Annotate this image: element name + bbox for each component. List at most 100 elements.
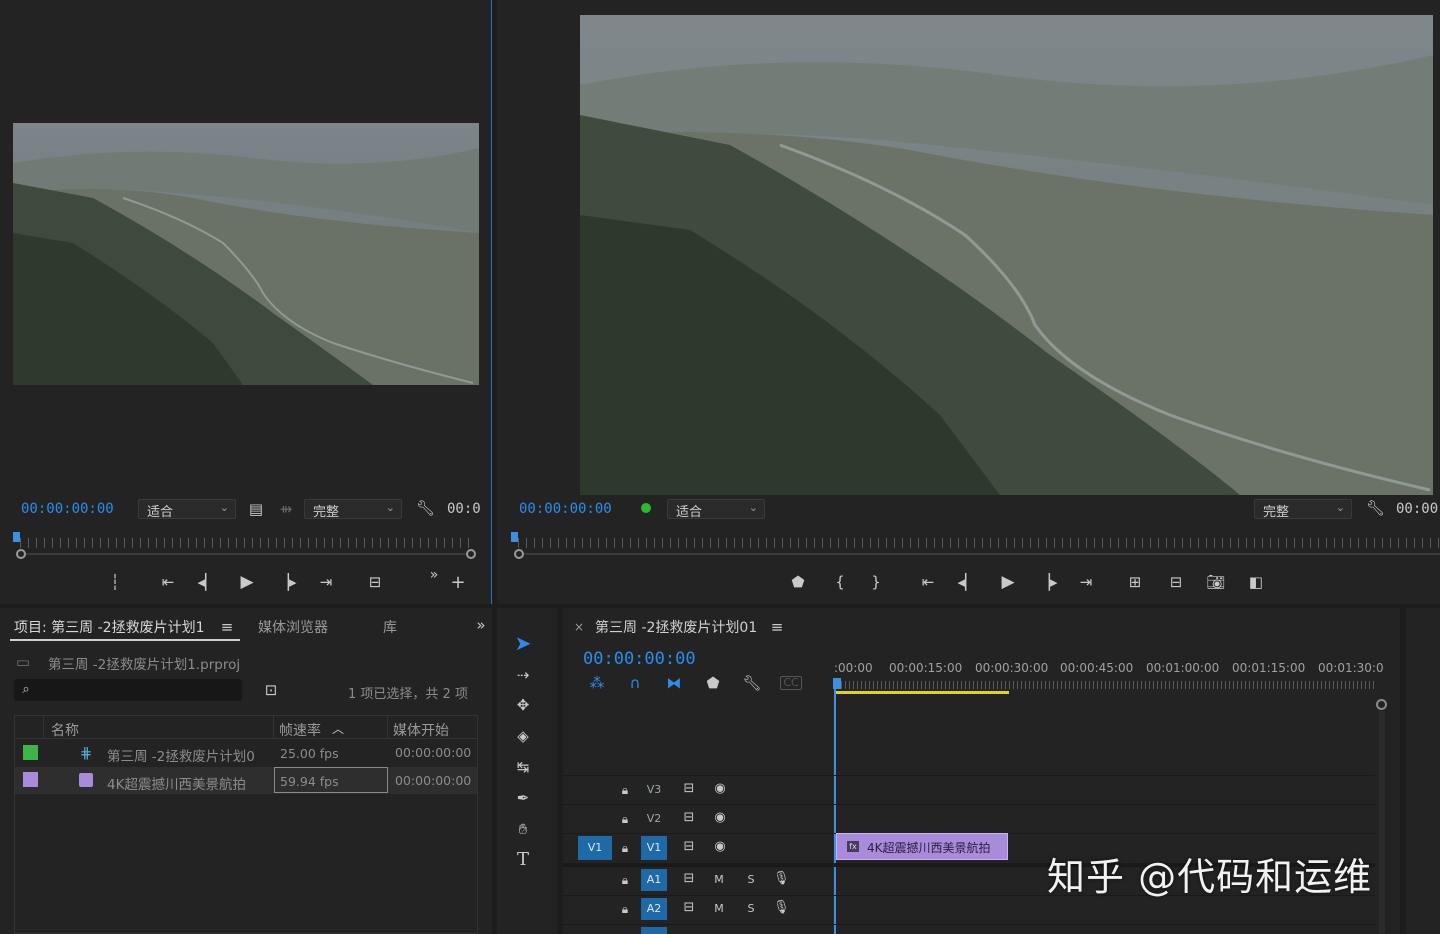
lock-icon[interactable]: 🔒︎ xyxy=(618,900,632,918)
table-row-selected[interactable]: 4K超震撼川西美景航拍 59.94 fps 00:00:00:00 xyxy=(15,767,477,794)
track-a1-label[interactable]: A1 xyxy=(641,869,667,891)
mark-in-icon[interactable]: { xyxy=(831,573,849,591)
source-video-frame[interactable] xyxy=(13,123,479,385)
lock-icon[interactable]: 🔒︎ xyxy=(618,839,632,857)
timeline-playhead-line[interactable] xyxy=(834,688,836,934)
microphone-icon[interactable]: 🎙︎ xyxy=(773,870,790,888)
snap-magnet-icon[interactable]: ∩ xyxy=(625,674,645,692)
column-media-start[interactable]: 媒体开始 xyxy=(393,720,449,740)
microphone-icon[interactable]: 🎙︎ xyxy=(773,899,790,917)
solo-button[interactable]: S xyxy=(743,871,759,889)
step-back-icon[interactable]: ◂▏ xyxy=(197,573,217,591)
track-v1-label[interactable]: V1 xyxy=(641,836,667,860)
program-quality-dropdown[interactable]: 完整 ⌄ xyxy=(1254,499,1352,520)
add-marker-icon[interactable]: ⬟ xyxy=(789,573,807,591)
eye-icon[interactable]: ◉ xyxy=(711,809,729,827)
tab-media-browser[interactable]: 媒体浏览器 xyxy=(258,617,328,637)
table-row[interactable]: ⋕ 第三周 -2拯救废片计划0 25.00 fps 00:00:00:00 xyxy=(15,740,477,766)
pen-tool-icon[interactable]: ✒ xyxy=(512,789,534,807)
sequence-tab[interactable]: 第三周 -2拯救废片计划01 xyxy=(595,617,757,637)
step-back-icon[interactable]: ◂▏ xyxy=(957,573,977,591)
find-icon[interactable]: ⊡ xyxy=(261,681,281,699)
sort-ascending-icon[interactable]: ︿ xyxy=(331,720,345,738)
go-to-in-icon[interactable]: ⇤ xyxy=(158,573,178,591)
source-zoom-dropdown[interactable]: 适合 ⌄ xyxy=(138,499,236,520)
add-marker-icon[interactable]: ⬟ xyxy=(704,674,722,692)
step-forward-icon[interactable]: ▕▸ xyxy=(277,573,297,591)
toggle-sync-lock-icon[interactable]: ⊟ xyxy=(680,809,698,827)
close-icon[interactable]: × xyxy=(573,618,585,636)
track-select-tool-icon[interactable]: ⇢ xyxy=(512,666,534,684)
settings-wrench-icon[interactable]: 🔧︎ xyxy=(1366,499,1385,517)
solo-button[interactable]: S xyxy=(743,900,759,918)
source-timecode[interactable]: 00:00:00:00 xyxy=(21,501,114,517)
program-playhead-marker[interactable] xyxy=(511,532,518,542)
insert-overwrite-icon[interactable]: ⇻ xyxy=(276,500,296,518)
source-playhead-marker[interactable] xyxy=(13,532,20,542)
mark-out-icon[interactable]: ┆ xyxy=(106,573,124,591)
comparison-view-icon[interactable]: ◧ xyxy=(1245,573,1267,591)
column-frame-rate[interactable]: 帧速率 xyxy=(279,720,321,740)
slip-tool-icon[interactable]: ↹ xyxy=(512,758,534,776)
add-button-icon[interactable]: + xyxy=(449,574,467,592)
razor-tool-icon[interactable]: ◈ xyxy=(512,727,534,745)
extract-icon[interactable]: ⊟ xyxy=(1165,573,1187,591)
panel-menu-icon[interactable]: ≡ xyxy=(219,618,235,636)
item-fps[interactable]: 59.94 fps xyxy=(280,774,339,789)
source-zoom-bar[interactable] xyxy=(26,553,466,555)
lock-icon[interactable]: 🔒︎ xyxy=(618,781,632,799)
export-frame-icon[interactable]: ▤ xyxy=(247,500,265,518)
insert-icon[interactable]: ⊟ xyxy=(364,573,386,591)
toggle-sync-lock-icon[interactable]: ⊟ xyxy=(680,899,698,917)
program-zoom-dropdown[interactable]: 适合 ⌄ xyxy=(667,499,765,520)
tab-libraries[interactable]: 库 xyxy=(383,617,397,637)
step-forward-icon[interactable]: ▕▸ xyxy=(1038,573,1058,591)
lift-icon[interactable]: ⊞ xyxy=(1124,573,1146,591)
linked-selection-icon[interactable]: ⧓ xyxy=(664,674,684,692)
selection-tool-icon[interactable]: ➤ xyxy=(512,633,534,653)
program-timecode[interactable]: 00:00:00:00 xyxy=(519,501,612,517)
vertical-scrollbar[interactable] xyxy=(1379,711,1385,934)
tab-project[interactable]: 项目: 第三周 -2拯救废片计划1 xyxy=(14,617,204,637)
nest-icon[interactable]: ⁂ xyxy=(587,674,607,692)
ripple-edit-tool-icon[interactable]: ✥ xyxy=(512,696,534,714)
search-input[interactable]: ⌕ xyxy=(14,679,242,701)
source-quality-dropdown[interactable]: 完整 ⌄ xyxy=(304,499,402,520)
item-name[interactable]: 4K超震撼川西美景航拍 xyxy=(107,773,246,793)
timeline-timecode[interactable]: 00:00:00:00 xyxy=(583,649,696,669)
source-zoom-handle-left[interactable] xyxy=(16,549,26,559)
eye-icon[interactable]: ◉ xyxy=(711,838,729,856)
mute-button[interactable]: M xyxy=(711,900,727,918)
timeline-settings-wrench-icon[interactable]: 🔧︎ xyxy=(742,674,762,692)
track-v2-label[interactable]: V2 xyxy=(641,808,667,830)
go-to-out-icon[interactable]: ⇥ xyxy=(316,573,336,591)
lock-icon[interactable]: 🔒︎ xyxy=(618,871,632,889)
hand-tool-icon[interactable]: ✋︎ xyxy=(512,820,534,838)
program-zoom-handle-left[interactable] xyxy=(514,549,524,559)
captions-icon[interactable]: CC xyxy=(780,676,802,690)
toggle-sync-lock-icon[interactable]: ⊟ xyxy=(680,838,698,856)
mute-button[interactable]: M xyxy=(711,871,727,889)
toggle-sync-lock-icon[interactable]: ⊟ xyxy=(680,780,698,798)
overflow-chevron-icon[interactable]: » xyxy=(472,616,490,634)
source-patch-v1[interactable]: V1 xyxy=(578,836,612,860)
play-icon[interactable]: ▶ xyxy=(237,573,257,591)
track-v3-label[interactable]: V3 xyxy=(641,779,667,801)
go-to-out-icon[interactable]: ⇥ xyxy=(1076,573,1096,591)
program-zoom-bar[interactable] xyxy=(524,553,1440,555)
label-swatch-purple[interactable] xyxy=(23,772,38,787)
eye-icon[interactable]: ◉ xyxy=(711,780,729,798)
video-clip[interactable]: fx 4K超震撼川西美景航拍 xyxy=(836,833,1008,860)
column-name[interactable]: 名称 xyxy=(51,720,79,740)
more-controls-icon[interactable]: » xyxy=(426,566,442,584)
camera-icon[interactable]: 📷︎ xyxy=(1206,573,1226,591)
timeline-ruler-ticks[interactable] xyxy=(837,681,1377,689)
type-tool-icon[interactable]: T xyxy=(512,851,534,869)
label-swatch-green[interactable] xyxy=(23,745,38,760)
settings-wrench-icon[interactable]: 🔧︎ xyxy=(416,499,435,517)
go-to-in-icon[interactable]: ⇤ xyxy=(918,573,938,591)
program-video-frame[interactable] xyxy=(580,15,1433,495)
source-zoom-handle-right[interactable] xyxy=(466,549,476,559)
panel-menu-icon[interactable]: ≡ xyxy=(769,618,785,636)
vertical-scroll-handle[interactable] xyxy=(1376,699,1387,710)
